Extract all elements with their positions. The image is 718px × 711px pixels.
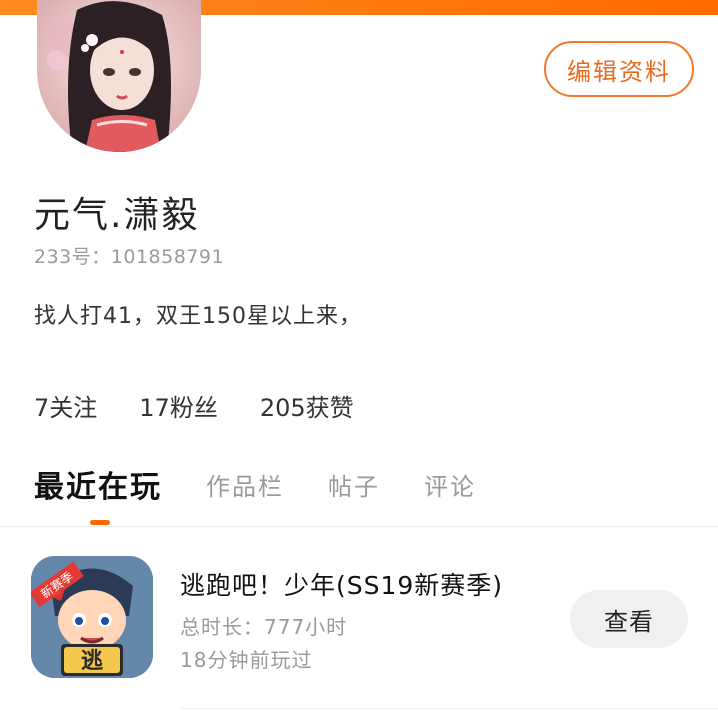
tab-indicator [90,520,110,525]
profile-tabs: 最近在玩 作品栏 帖子 评论 [34,462,520,506]
profile-uid: 233号：101858791 [34,246,225,268]
stat-followers[interactable]: 17粉丝 [139,388,218,423]
avatar-image [37,0,201,152]
view-button[interactable]: 查看 [570,590,688,648]
game-icon[interactable]: 逃 新赛季 [31,556,153,678]
game-icon-char: 逃 [81,649,104,674]
divider [180,708,718,709]
stat-likes[interactable]: 205获赞 [260,388,354,423]
game-icon-art: 逃 新赛季 [31,556,153,678]
avatar[interactable] [37,0,201,152]
game-last-played: 18分钟前玩过 [180,648,313,672]
tab-comments[interactable]: 评论 [424,467,476,502]
tab-recent-play[interactable]: 最近在玩 [34,462,162,506]
divider [0,526,718,527]
profile-stats: 7关注 17粉丝 205获赞 [34,388,396,423]
game-duration: 总时长：777小时 [180,615,348,639]
tab-posts[interactable]: 帖子 [328,467,380,502]
profile-bio: 找人打41，双王150星以上来， [34,304,362,329]
stat-following[interactable]: 7关注 [34,388,97,423]
tab-works[interactable]: 作品栏 [206,467,284,502]
edit-profile-button[interactable]: 编辑资料 [544,41,694,97]
game-title[interactable]: 逃跑吧！少年(SS19新赛季) [180,566,503,602]
profile-nickname: 元气.潇毅 [34,195,200,236]
